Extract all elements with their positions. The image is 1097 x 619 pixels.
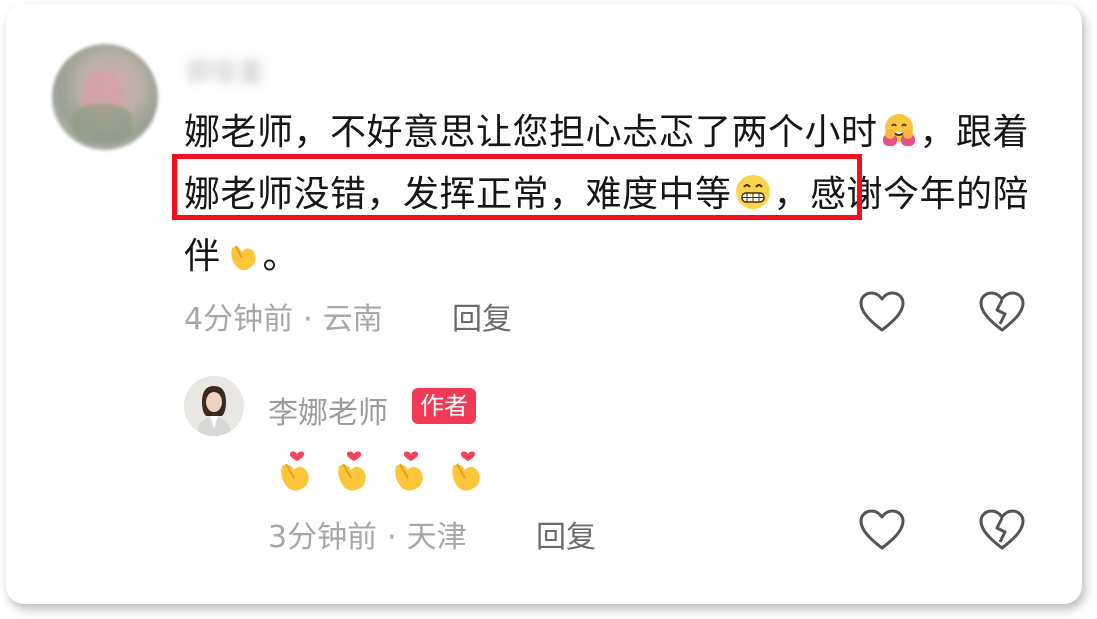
- meta-separator: ·: [387, 520, 397, 555]
- broken-heart-icon: [979, 509, 1025, 550]
- author-avatar[interactable]: [184, 376, 244, 436]
- reply-reply-button[interactable]: 回复: [536, 512, 596, 556]
- comment-text-part1: 娜老师，不好意思让您担心忐忑了两个小时: [184, 112, 878, 153]
- comment-text-period: 。: [262, 236, 300, 277]
- reply-meta: 3分钟前 · 天津: [268, 512, 467, 556]
- hugging-face-emoji-icon: [879, 108, 919, 148]
- reply-time: 3分钟前: [268, 520, 378, 555]
- reply-location: 天津: [406, 520, 467, 555]
- comment-text-part2: ，跟: [919, 112, 993, 153]
- finger-heart-emoji-icon: [222, 232, 262, 272]
- commenter-username[interactable]: 郭俊富: [186, 52, 264, 89]
- finger-heart-emoji-icon: [452, 451, 481, 491]
- reply-like-button[interactable]: [858, 508, 906, 552]
- grinning-face-emoji-icon: [733, 170, 773, 210]
- author-badge: 作者: [412, 388, 476, 424]
- comment-dislike-button[interactable]: [978, 290, 1026, 334]
- finger-heart-emoji-icon: [281, 451, 309, 491]
- comment-card: 郭俊富 娜老师，不好意思让您担心忐忑了两个小时 ，跟着娜老师没错，发挥正常，难度中…: [6, 4, 1082, 604]
- comment-reply-button[interactable]: 回复: [452, 294, 512, 338]
- reply-dislike-button[interactable]: [978, 508, 1026, 552]
- comment-meta: 4分钟前 · 云南: [184, 294, 383, 338]
- comment-body: 娜老师，不好意思让您担心忐忑了两个小时 ，跟着娜老师没错，发挥正常，难度中等 ，感谢…: [184, 102, 1044, 288]
- comment-location: 云南: [322, 302, 383, 337]
- heart-outline-icon: [859, 291, 905, 332]
- comment-time: 4分钟前: [184, 302, 294, 337]
- author-name[interactable]: 李娜老师: [268, 388, 388, 432]
- comment-like-button[interactable]: [858, 290, 906, 334]
- finger-heart-emoji-icon: [395, 451, 423, 491]
- commenter-avatar[interactable]: [52, 44, 158, 150]
- meta-separator: ·: [303, 302, 313, 337]
- reply-body: [274, 442, 497, 498]
- heart-outline-icon: [859, 509, 905, 550]
- comment-text-comma: ，: [773, 174, 811, 215]
- finger-heart-emoji-icon: [338, 451, 366, 491]
- broken-heart-icon: [979, 291, 1025, 332]
